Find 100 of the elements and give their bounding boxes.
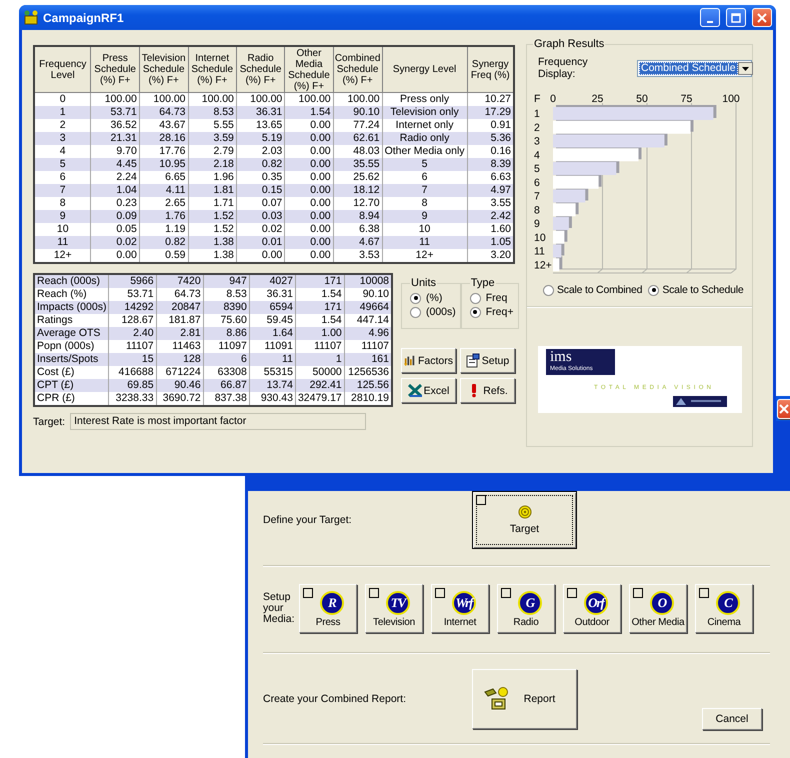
table-cell: 3 xyxy=(34,132,91,145)
close-icon xyxy=(756,12,768,24)
checkbox[interactable] xyxy=(476,495,486,505)
table-cell: 7 xyxy=(382,184,468,197)
media-button[interactable]: R Press xyxy=(299,584,357,633)
axis-label: F xyxy=(534,93,540,105)
table-cell: 2.81 xyxy=(156,327,204,340)
close-button[interactable] xyxy=(777,398,790,418)
tick-label: 0 xyxy=(550,93,556,105)
media-button[interactable]: Wrf Internet xyxy=(431,584,489,633)
table-cell: 0.82 xyxy=(236,158,285,171)
table-cell: 13.74 xyxy=(249,379,296,392)
category-label: 7 xyxy=(534,190,540,202)
table-cell: 3.53 xyxy=(333,249,382,263)
target-button[interactable]: Target xyxy=(472,491,577,549)
table-cell: 1.81 xyxy=(188,184,236,197)
checkbox[interactable] xyxy=(435,588,445,598)
table-cell: 8.94 xyxy=(333,210,382,223)
table-cell: 8.39 xyxy=(467,158,514,171)
table-cell: 8.86 xyxy=(203,327,250,340)
table-cell: 3690.72 xyxy=(156,392,204,406)
checkbox[interactable] xyxy=(369,588,379,598)
prompt-label: Setup your Media: xyxy=(263,592,296,625)
tick-label: 75 xyxy=(680,93,692,105)
chart-bar xyxy=(553,244,562,258)
table-cell: 1.76 xyxy=(139,210,188,223)
table-cell: 947 xyxy=(203,274,250,288)
table-cell: 1 xyxy=(34,106,91,119)
table-cell: 0.00 xyxy=(284,249,334,263)
field-label: Target: xyxy=(33,416,66,428)
media-button[interactable]: C Cinema xyxy=(695,584,753,633)
radio-button[interactable] xyxy=(543,284,554,296)
column-header: Frequency Level xyxy=(34,46,91,92)
table-cell: 1.54 xyxy=(284,106,334,119)
option-label: Scale to Combined xyxy=(557,284,642,296)
toolbar-button[interactable]: Factors xyxy=(401,348,456,373)
radio-button[interactable] xyxy=(410,306,421,318)
toolbar-button[interactable]: Setup xyxy=(460,348,515,373)
checkbox[interactable] xyxy=(303,588,313,598)
column-header: Synergy Level xyxy=(382,46,468,92)
radio-button[interactable] xyxy=(648,284,660,296)
table-cell: 3.59 xyxy=(188,132,236,145)
checkbox[interactable] xyxy=(501,588,511,598)
category-label: 12+ xyxy=(534,259,552,272)
table-cell: 837.38 xyxy=(203,392,250,406)
media-badge: C xyxy=(716,591,740,615)
checkbox[interactable] xyxy=(633,588,643,598)
table-cell: 36.31 xyxy=(236,106,285,119)
chart-bar xyxy=(553,162,616,175)
column-header: Television Schedule (%) F+ xyxy=(139,46,188,92)
table-cell: 1.00 xyxy=(295,327,344,340)
cancel-button[interactable]: Cancel xyxy=(702,708,762,730)
table-cell: 125.56 xyxy=(344,379,392,392)
table-cell: 90.46 xyxy=(156,379,204,392)
table-cell: 12+ xyxy=(382,249,468,263)
row-header: Impacts (000s) xyxy=(34,301,109,314)
radio-button[interactable] xyxy=(410,292,421,304)
table-cell: 128 xyxy=(156,353,204,366)
table-cell: 4027 xyxy=(249,274,296,288)
table-cell: 292.41 xyxy=(295,379,344,392)
toolbar-button[interactable]: Refs. xyxy=(460,378,515,403)
field-label: Frequency Display: xyxy=(538,56,589,80)
table-cell: 64.73 xyxy=(139,106,188,119)
report-button[interactable]: Report xyxy=(472,669,577,729)
logo-text: ims xyxy=(550,349,573,365)
table-cell: 1.52 xyxy=(188,210,236,223)
table-cell: 5 xyxy=(382,158,468,171)
radio-button[interactable] xyxy=(470,306,481,318)
target-icon xyxy=(518,505,532,519)
table-cell: 4.96 xyxy=(344,327,392,340)
checkbox[interactable] xyxy=(699,588,709,598)
table-cell: Television only xyxy=(382,106,468,119)
table-cell: 5.19 xyxy=(236,132,285,145)
table-cell: 0.00 xyxy=(284,158,334,171)
maximize-button[interactable] xyxy=(726,8,746,27)
media-badge: G xyxy=(518,591,542,615)
media-button[interactable]: O Other Media xyxy=(629,584,687,633)
table-cell: 10.95 xyxy=(139,158,188,171)
table-cell: 161 xyxy=(344,353,392,366)
toolbar-button[interactable]: Excel xyxy=(401,378,456,403)
media-button[interactable]: TV Television xyxy=(365,584,423,633)
frequency-display-dropdown[interactable]: Combined Schedule xyxy=(637,60,752,76)
checkbox[interactable] xyxy=(567,588,577,598)
table-cell: 6594 xyxy=(249,301,296,314)
media-button[interactable]: Orf Outdoor xyxy=(563,584,621,633)
media-badge: TV xyxy=(386,591,410,615)
close-button[interactable] xyxy=(752,8,772,27)
column-header: Radio Schedule (%) F+ xyxy=(236,46,285,92)
option-label: (%) xyxy=(426,292,442,304)
media-button[interactable]: G Radio xyxy=(497,584,555,633)
table-cell: 1 xyxy=(295,353,344,366)
category-label: 8 xyxy=(534,204,540,216)
table-cell: 69.85 xyxy=(108,379,156,392)
table-cell: 5.36 xyxy=(467,132,514,145)
table-cell: 20847 xyxy=(156,301,204,314)
minimize-button[interactable] xyxy=(700,8,720,27)
group-title: Type xyxy=(470,277,496,289)
table-cell: 171 xyxy=(295,301,344,314)
radio-button[interactable] xyxy=(470,292,481,304)
table-cell: 53.71 xyxy=(90,106,140,119)
